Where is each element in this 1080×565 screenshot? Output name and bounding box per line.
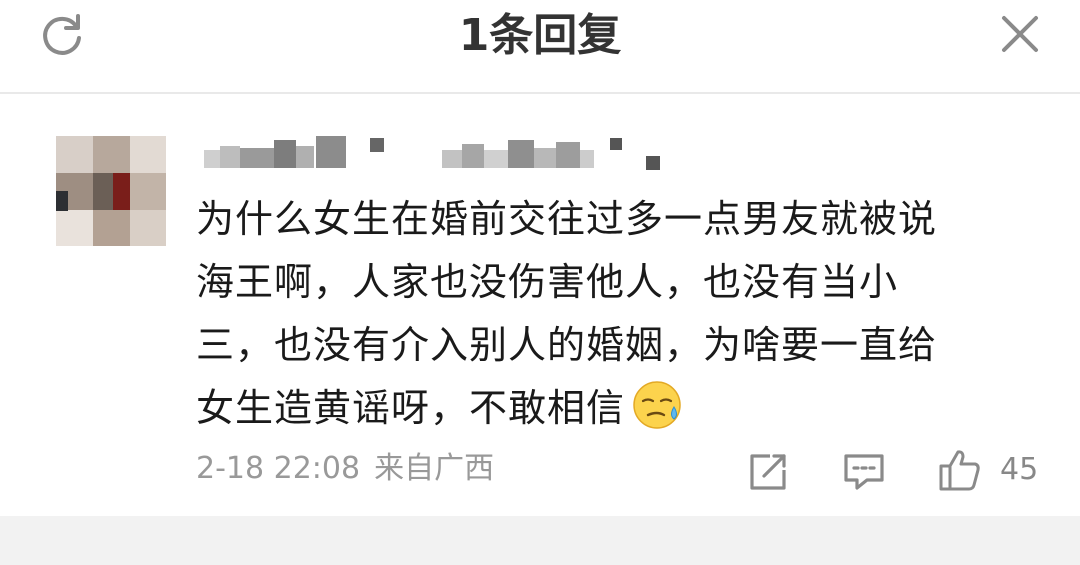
- comment-icon: [844, 454, 884, 490]
- footer-band: [0, 516, 1080, 565]
- comment-line: 三，也没有介入别人的婚姻，为啥要一直给: [196, 323, 938, 367]
- header-bar: 1条回复: [0, 0, 1080, 94]
- share-button[interactable]: [748, 452, 788, 492]
- close-icon: [1002, 16, 1038, 52]
- comment-date: 2-18 22:08: [196, 451, 361, 486]
- sweat-face-emoji: [631, 379, 683, 431]
- avatar[interactable]: [56, 136, 166, 246]
- share-icon: [750, 454, 786, 490]
- comment-meta: 2-18 22:08 来自广西: [196, 449, 494, 489]
- comment-line-last: 女生造黄谣呀，不敢相信: [196, 377, 1026, 440]
- reply-screen: 1条回复 为什么女生在婚前交往过多一点男友就被说 海王啊，人家也没伤害他人，也没…: [0, 0, 1080, 565]
- close-button[interactable]: [996, 10, 1044, 58]
- comment-line-text: 女生造黄谣呀，不敢相信: [196, 386, 626, 430]
- comment-item: 为什么女生在婚前交往过多一点男友就被说 海王啊，人家也没伤害他人，也没有当小 三…: [0, 94, 1080, 514]
- like-count: 45: [1000, 452, 1039, 487]
- page-title: 1条回复: [458, 10, 622, 61]
- thumbs-up-icon: [939, 450, 980, 491]
- reply-button[interactable]: [843, 452, 885, 492]
- username-blurred[interactable]: [198, 136, 678, 172]
- comment-line: 为什么女生在婚前交往过多一点男友就被说: [196, 197, 938, 241]
- comment-line: 海王啊，人家也没伤害他人，也没有当小: [196, 260, 899, 304]
- comment-location: 来自广西: [374, 451, 495, 486]
- comment-text: 为什么女生在婚前交往过多一点男友就被说 海王啊，人家也没伤害他人，也没有当小 三…: [196, 188, 1026, 440]
- like-button[interactable]: [938, 448, 982, 492]
